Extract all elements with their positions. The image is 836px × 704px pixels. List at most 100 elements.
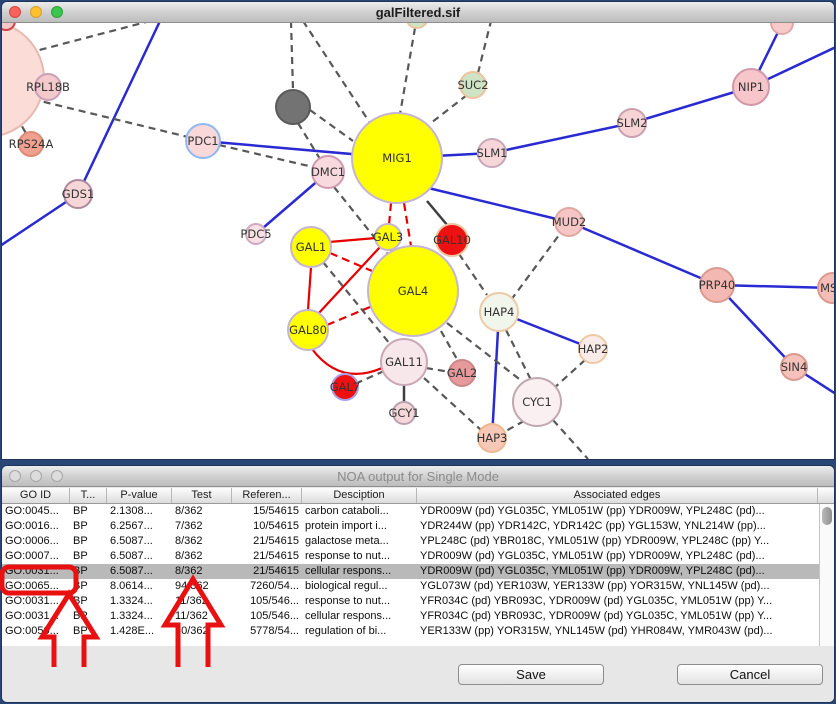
cell-7-0: GO:0031... [2, 609, 70, 624]
edge-red [308, 267, 311, 310]
column-header-1[interactable]: T... [70, 488, 107, 503]
edge-dashed [310, 110, 353, 141]
node-label-SLM2: SLM2 [617, 116, 648, 130]
cell-1-6: YDR244W (pp) YDR142C, YDR142C (pp) YGL15… [417, 519, 818, 534]
cell-2-6: YPL248C (pd) YBR018C, YML051W (pp) YDR00… [417, 534, 818, 549]
column-header-2[interactable]: P-value [107, 488, 172, 503]
table-row[interactable]: GO:0007...BP6.5087...8/36221/54615respon… [2, 549, 819, 564]
edge-dark [427, 201, 448, 226]
node-label-PDC1: PDC1 [187, 134, 218, 148]
scrollbar-thumb[interactable] [822, 507, 832, 525]
node-topgreen[interactable] [406, 23, 428, 28]
cell-3-0: GO:0007... [2, 549, 70, 564]
cell-1-3: 7/362 [172, 519, 232, 534]
node-label-NIP1: NIP1 [738, 80, 764, 94]
cell-8-1: BP [70, 624, 107, 639]
node-label-HAP2: HAP2 [578, 342, 609, 356]
edge-dashed [506, 330, 531, 380]
cell-2-2: 6.5087... [107, 534, 172, 549]
cell-4-6: YDR009W (pd) YGL035C, YML051W (pp) YDR00… [417, 564, 818, 579]
column-header-3[interactable]: Test [172, 488, 232, 503]
node-darknode[interactable] [276, 90, 310, 124]
edge-reddash [327, 307, 370, 325]
node-label-RPL18B: RPL18B [26, 80, 70, 94]
node-topright[interactable] [771, 23, 793, 34]
table-row[interactable]: GO:0065...BP8.0614...94/3627260/54...bio… [2, 579, 819, 594]
edge-blue [569, 222, 717, 285]
cell-5-4: 7260/54... [232, 579, 302, 594]
table-body: GO:0045...BP2.1308...8/36215/54615carbon… [2, 504, 819, 647]
column-header-4[interactable]: Referen... [232, 488, 302, 503]
node-label-GAL3: GAL3 [373, 230, 404, 244]
cell-8-6: YER133W (pp) YOR315W, YNL145W (pd) YHR08… [417, 624, 818, 639]
cell-6-3: 11/362 [172, 594, 232, 609]
node-label-SUC2: SUC2 [457, 78, 488, 92]
table-row[interactable]: GO:0050...BP1.428E...80/3625778/54...reg… [2, 624, 819, 639]
edge-red [312, 349, 382, 374]
cell-5-6: YGL073W (pd) YER103W, YER133W (pp) YOR31… [417, 579, 818, 594]
node-label-HAP3: HAP3 [477, 431, 508, 445]
cell-0-5: carbon cataboli... [302, 504, 417, 519]
cell-6-4: 105/546... [232, 594, 302, 609]
cell-0-4: 15/54615 [232, 504, 302, 519]
table-row[interactable]: GO:0045...BP2.1308...8/36215/54615carbon… [2, 504, 819, 519]
cell-8-3: 80/362 [172, 624, 232, 639]
cell-3-5: response to nut... [302, 549, 417, 564]
vertical-scrollbar[interactable] [819, 504, 834, 647]
network-canvas[interactable]: RPL18BRPS24AGDS1PDC1MIG1SUC2SLM1DMC1PDC5… [2, 23, 834, 459]
table-row[interactable]: GO:0016...BP6.2567...7/36210/54615protei… [2, 519, 819, 534]
save-button[interactable]: Save [458, 664, 604, 685]
cancel-button[interactable]: Cancel [677, 664, 823, 685]
cell-4-4: 21/54615 [232, 564, 302, 579]
cell-8-5: regulation of bi... [302, 624, 417, 639]
edge-reddash [389, 203, 391, 225]
cell-2-5: galactose meta... [302, 534, 417, 549]
noa-window-titlebar[interactable]: NOA output for Single Mode [2, 466, 834, 487]
edge-dashed [32, 99, 188, 137]
cell-1-2: 6.2567... [107, 519, 172, 534]
node-label-GDS1: GDS1 [62, 187, 94, 201]
noa-window: NOA output for Single Mode GO IDT...P-va… [2, 466, 834, 702]
cell-0-6: YDR009W (pd) YGL035C, YML051W (pp) YDR00… [417, 504, 818, 519]
cell-5-2: 8.0614... [107, 579, 172, 594]
cell-4-3: 8/362 [172, 564, 232, 579]
cell-5-5: biological regul... [302, 579, 417, 594]
node-label-SLM1: SLM1 [477, 146, 508, 160]
noa-footer: Save Cancel [2, 646, 834, 702]
table-row[interactable]: GO:0031...BP1.3324...11/362105/546...cel… [2, 609, 819, 624]
cell-4-0: GO:0031... [2, 564, 70, 579]
edge-blue [78, 23, 160, 194]
table-header[interactable]: GO IDT...P-valueTestReferen...Desciption… [2, 488, 834, 504]
network-graph: RPL18BRPS24AGDS1PDC1MIG1SUC2SLM1DMC1PDC5… [2, 23, 834, 459]
cell-2-4: 21/54615 [232, 534, 302, 549]
node-label-MSN: MSN [820, 281, 834, 295]
cell-7-5: cellular respons... [302, 609, 417, 624]
node-label-GAL4: GAL4 [398, 284, 429, 298]
cell-5-1: BP [70, 579, 107, 594]
column-header-0[interactable]: GO ID [2, 488, 70, 503]
cell-3-3: 8/362 [172, 549, 232, 564]
network-window-titlebar[interactable]: galFiltered.sif [2, 2, 834, 23]
edge-dashed [478, 23, 491, 73]
cell-4-5: cellular respons... [302, 564, 417, 579]
table-row[interactable]: GO:0006...BP6.5087...8/36221/54615galact… [2, 534, 819, 549]
cell-7-4: 105/546... [232, 609, 302, 624]
edge-dashed [441, 331, 458, 361]
column-header-5[interactable]: Desciption [302, 488, 417, 503]
edge-dashed [400, 28, 415, 114]
node-label-SIN4: SIN4 [781, 360, 808, 374]
node-label-CYC1: CYC1 [522, 395, 552, 409]
cell-1-1: BP [70, 519, 107, 534]
cell-5-0: GO:0065... [2, 579, 70, 594]
column-header-6[interactable]: Associated edges [417, 488, 818, 503]
cell-7-2: 1.3324... [107, 609, 172, 624]
table-row[interactable]: GO:0031...BP6.5087...8/36221/54615cellul… [2, 564, 819, 579]
cell-6-2: 1.3324... [107, 594, 172, 609]
table-row[interactable]: GO:0031...BP1.3324...11/362105/546...res… [2, 594, 819, 609]
cell-3-4: 21/54615 [232, 549, 302, 564]
node-label-GAL1: GAL1 [296, 240, 327, 254]
cell-4-1: BP [70, 564, 107, 579]
node-label-GAL11: GAL11 [385, 355, 423, 369]
cell-7-1: BP [70, 609, 107, 624]
cell-7-3: 11/362 [172, 609, 232, 624]
